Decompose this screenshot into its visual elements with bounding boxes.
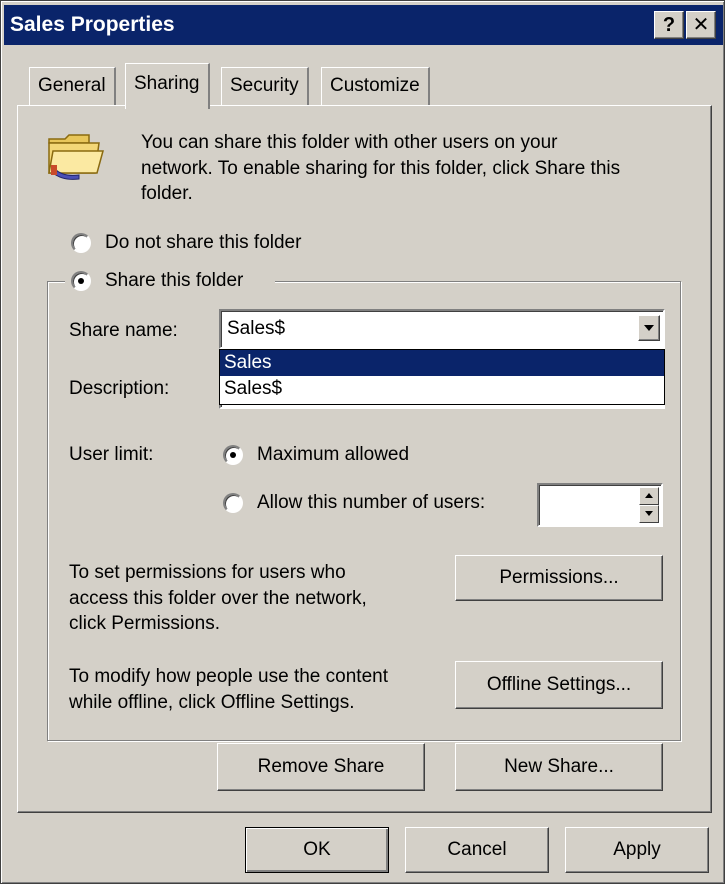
- offline-text-line2: while offline, click Offline Settings.: [69, 692, 355, 713]
- spin-up-icon[interactable]: [639, 487, 659, 505]
- info-text-line1: You can share this folder with other use…: [141, 132, 558, 153]
- offline-text-line1: To modify how people use the content: [69, 666, 388, 687]
- cancel-button-label: Cancel: [447, 839, 507, 860]
- tab-security[interactable]: Security: [221, 67, 309, 105]
- info-text-line3: folder.: [141, 183, 193, 204]
- chevron-down-icon[interactable]: [638, 315, 660, 341]
- ok-button-label: OK: [303, 839, 331, 860]
- do-not-share-label[interactable]: Do not share this folder: [105, 231, 301, 255]
- share-this-folder-label[interactable]: Share this folder: [105, 269, 243, 293]
- permissions-text-line1: To set permissions for users who: [69, 562, 346, 583]
- offline-settings-button[interactable]: Offline Settings...: [455, 661, 663, 709]
- shared-folder-icon: [48, 134, 104, 180]
- remove-share-button[interactable]: Remove Share: [217, 743, 425, 791]
- allow-number-label[interactable]: Allow this number of users:: [257, 491, 485, 515]
- ok-button[interactable]: OK: [245, 827, 389, 873]
- tab-label: Sharing: [134, 73, 200, 94]
- dropdown-option-sales[interactable]: Sales: [220, 350, 664, 376]
- allow-number-radio[interactable]: [223, 493, 243, 513]
- window-title: Sales Properties: [10, 13, 175, 36]
- tab-customize[interactable]: Customize: [321, 67, 430, 105]
- apply-button-label: Apply: [613, 839, 661, 860]
- tab-label: Customize: [330, 75, 420, 96]
- offline-settings-button-label: Offline Settings...: [486, 674, 632, 695]
- tab-general[interactable]: General: [29, 67, 116, 105]
- help-button[interactable]: ?: [654, 11, 684, 39]
- share-name-combobox[interactable]: Sales$: [219, 309, 665, 349]
- cancel-button[interactable]: Cancel: [405, 827, 549, 873]
- permissions-button[interactable]: Permissions...: [455, 555, 663, 601]
- share-name-value: Sales$: [227, 318, 286, 339]
- new-share-button[interactable]: New Share...: [455, 743, 663, 791]
- apply-button[interactable]: Apply: [565, 827, 709, 873]
- dialog-window: Sales Properties ? ✕ General Sharing Sec…: [0, 0, 725, 884]
- tab-label: General: [38, 75, 106, 96]
- permissions-text-line3: click Permissions.: [69, 613, 220, 634]
- help-icon: ?: [662, 14, 676, 36]
- tab-label: Security: [230, 75, 299, 96]
- permissions-text-line2: access this folder over the network,: [69, 588, 367, 609]
- description-label: Description:: [69, 378, 170, 399]
- spin-down-icon[interactable]: [639, 505, 659, 523]
- share-name-label: Share name:: [69, 320, 178, 341]
- permissions-button-label: Permissions...: [499, 567, 619, 588]
- close-button[interactable]: ✕: [686, 11, 716, 39]
- close-icon: ✕: [692, 14, 710, 36]
- do-not-share-radio[interactable]: [71, 233, 91, 253]
- tab-sharing[interactable]: Sharing: [125, 63, 210, 109]
- maximum-allowed-radio[interactable]: [223, 445, 243, 465]
- new-share-button-label: New Share...: [504, 756, 614, 777]
- share-name-dropdown-list: Sales Sales$: [219, 349, 665, 405]
- remove-share-button-label: Remove Share: [257, 756, 385, 777]
- maximum-allowed-label[interactable]: Maximum allowed: [257, 443, 409, 467]
- share-this-folder-radio[interactable]: [71, 271, 91, 291]
- dropdown-option-sales-dollar[interactable]: Sales$: [220, 376, 664, 402]
- user-limit-label: User limit:: [69, 444, 154, 465]
- user-count-spinner[interactable]: [537, 483, 663, 527]
- title-bar[interactable]: Sales Properties ? ✕: [4, 5, 723, 45]
- info-text-line2: network. To enable sharing for this fold…: [141, 158, 621, 179]
